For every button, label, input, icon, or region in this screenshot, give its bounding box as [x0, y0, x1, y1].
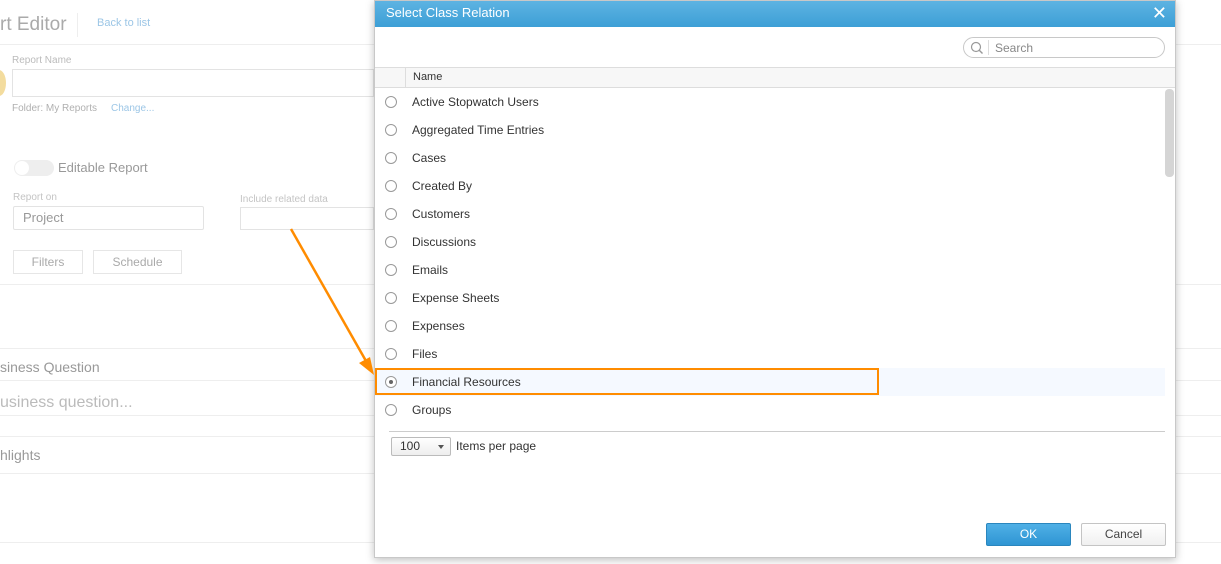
radio-button[interactable] [385, 348, 397, 360]
list-item-label: Created By [412, 179, 473, 193]
list-item[interactable]: Active Stopwatch Users [375, 88, 1165, 116]
radio-button[interactable] [385, 236, 397, 248]
report-on-label: Report on [13, 192, 57, 203]
list-item[interactable]: Groups [375, 396, 1165, 424]
folder-text: Folder: My Reports [12, 103, 98, 114]
dialog-titlebar: Select Class Relation ✕ [375, 1, 1175, 27]
list-item-label: Aggregated Time Entries [412, 123, 545, 137]
ok-button[interactable]: OK [986, 523, 1071, 546]
report-icon [0, 70, 6, 96]
schedule-button[interactable]: Schedule [93, 250, 182, 274]
divider [77, 13, 78, 37]
page-size-select[interactable]: 100 [391, 437, 451, 456]
highlights-title: hlights [0, 447, 41, 463]
list-item[interactable]: Created By [375, 172, 1165, 200]
chevron-down-icon [438, 445, 444, 449]
list-item-label: Active Stopwatch Users [412, 95, 539, 109]
business-question-title: siness Question [0, 359, 100, 375]
search-box [963, 37, 1165, 58]
highlight-annotation-box [375, 368, 879, 395]
editable-toggle[interactable] [14, 160, 54, 176]
dialog-title: Select Class Relation [386, 5, 510, 20]
page-size-value: 100 [400, 439, 421, 453]
report-name-input[interactable] [12, 69, 374, 97]
editable-label: Editable Report [58, 160, 148, 175]
include-related-input[interactable] [240, 207, 374, 230]
radio-button[interactable] [385, 180, 397, 192]
business-question-input[interactable]: usiness question... [0, 394, 133, 412]
include-related-label: Include related data [240, 194, 328, 205]
report-on-value: Project [23, 210, 64, 225]
list-item[interactable]: Files [375, 340, 1165, 368]
radio-button[interactable] [385, 96, 397, 108]
page-title: rt Editor [0, 14, 67, 35]
radio-button[interactable] [385, 124, 397, 136]
list-item-label: Discussions [412, 235, 477, 249]
list-item-label: Customers [412, 207, 471, 221]
list-item-label: Expenses [412, 319, 465, 333]
cancel-button[interactable]: Cancel [1081, 523, 1166, 546]
search-icon [970, 41, 983, 54]
list-item-label: Groups [412, 403, 452, 417]
list-item-label: Expense Sheets [412, 291, 500, 305]
list-item[interactable]: Emails [375, 256, 1165, 284]
back-to-list-link[interactable]: Back to list [97, 17, 150, 29]
list-item-label: Cases [412, 151, 447, 165]
radio-button[interactable] [385, 152, 397, 164]
scrollbar[interactable] [1165, 89, 1174, 177]
radio-button[interactable] [385, 320, 397, 332]
close-icon[interactable]: ✕ [1152, 3, 1167, 23]
divider [389, 431, 1165, 432]
column-header-name[interactable]: Name [405, 68, 442, 87]
list-item[interactable]: Discussions [375, 228, 1165, 256]
list-item[interactable]: Aggregated Time Entries [375, 116, 1165, 144]
search-input[interactable] [988, 40, 1158, 55]
radio-button[interactable] [385, 404, 397, 416]
items-per-page-label: Items per page [456, 439, 537, 453]
table-header: Name [375, 67, 1175, 88]
change-folder-link[interactable]: Change... [111, 103, 154, 114]
filters-button[interactable]: Filters [13, 250, 83, 274]
report-name-label: Report Name [12, 55, 72, 66]
list-item-label: Emails [412, 263, 449, 277]
list-item[interactable]: Expenses [375, 312, 1165, 340]
select-class-relation-dialog: Select Class Relation ✕ Name Active Stop… [374, 0, 1176, 558]
radio-button[interactable] [385, 264, 397, 276]
list-item[interactable]: Cases [375, 144, 1165, 172]
report-on-select[interactable]: Project [13, 206, 204, 230]
list-item[interactable]: Customers [375, 200, 1165, 228]
list-item-label: Files [412, 347, 438, 361]
list-item[interactable]: Expense Sheets [375, 284, 1165, 312]
radio-button[interactable] [385, 292, 397, 304]
radio-button[interactable] [385, 208, 397, 220]
